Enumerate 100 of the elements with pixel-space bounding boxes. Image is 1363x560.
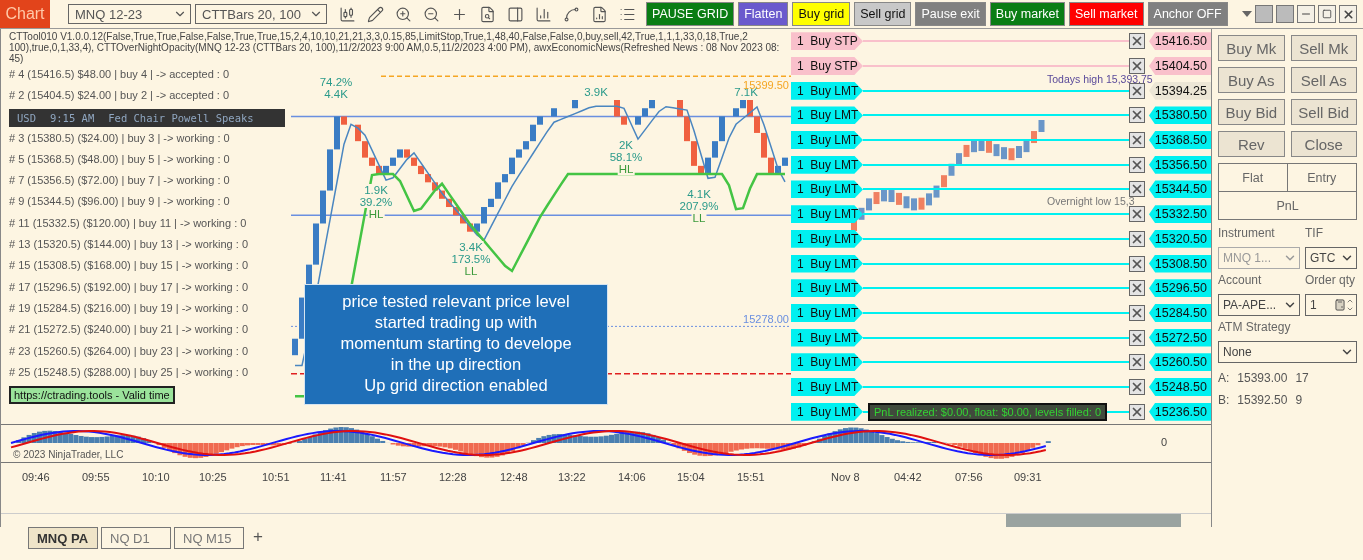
toolbar-button[interactable]: Sell market xyxy=(1069,2,1144,26)
order-tag[interactable]: 1 Buy LMT xyxy=(791,106,863,125)
order-tag[interactable]: 1 Buy LMT xyxy=(791,180,863,199)
quantity-field[interactable]: 1 xyxy=(1305,294,1357,316)
toolbar-button[interactable]: Buy market xyxy=(989,2,1065,26)
indicator-header-text: 100),true,0,1,33,4), CTTOverNightOpacity(MNQ 12-23 (CTTBars 20, 100),11/2/2023 9:00 AM,0.5,11/2/2023 4:00 PM), awxEconomicNews(Refreshed News : 08 Nov 2023 08:45) xyxy=(9,42,781,64)
field-label: ATM Strategy xyxy=(1218,320,1292,334)
instrument-select[interactable]: MNQ 12-23 xyxy=(68,4,191,24)
document-search-icon[interactable] xyxy=(479,5,496,23)
add-tab-button[interactable]: + xyxy=(247,527,269,547)
trade-button[interactable]: Close xyxy=(1290,131,1357,157)
order-price-tag: 15296.50 xyxy=(1149,279,1211,298)
toolbar-button[interactable]: PAUSE GRID xyxy=(646,2,735,26)
time-axis-label: 15:51 xyxy=(737,471,765,483)
select-field[interactable]: GTC xyxy=(1305,247,1357,269)
grid-level-label: # 19 (15284.5) ($216.00) | buy 19 | -> working : 0 xyxy=(9,300,248,316)
toolbar-button[interactable]: Anchor OFF xyxy=(1147,2,1228,26)
position-cell: Flat xyxy=(1219,164,1288,191)
calculator-icon[interactable] xyxy=(1334,299,1346,311)
cancel-order-button[interactable] xyxy=(1129,230,1145,247)
cancel-order-button[interactable] xyxy=(1129,58,1145,75)
cancel-order-button[interactable] xyxy=(1129,255,1145,272)
bar-type-select[interactable]: CTTBars 20, 100 xyxy=(195,4,327,24)
minimize-button[interactable] xyxy=(1297,5,1315,23)
order-tag[interactable]: 1 Buy LMT xyxy=(791,328,863,347)
chart-document-icon[interactable] xyxy=(591,5,608,23)
pencil-icon[interactable] xyxy=(367,5,384,23)
chart-tab[interactable]: NQ D1 xyxy=(101,527,171,549)
quote-size: 9 xyxy=(1295,393,1303,407)
order-tag[interactable]: 1 Buy LMT xyxy=(791,205,863,224)
news-currency: USD xyxy=(17,111,36,124)
dropdown-triangle-icon[interactable] xyxy=(1242,11,1252,17)
line-chart-icon[interactable] xyxy=(563,5,580,23)
chart-tab[interactable]: NQ M15 xyxy=(174,527,244,549)
swing-label: 3.9K xyxy=(583,86,609,98)
maximize-button[interactable] xyxy=(1318,5,1336,23)
order-tag[interactable]: 1 Buy LMT xyxy=(791,303,863,322)
bar-chart-icon[interactable] xyxy=(535,5,552,23)
copyright-text: © 2023 NinjaTrader, LLC xyxy=(13,449,124,460)
trade-button[interactable]: Buy Mk xyxy=(1218,35,1285,61)
trade-button[interactable]: Buy Bid xyxy=(1218,99,1285,125)
order-tag[interactable]: 1 Buy LMT xyxy=(791,353,863,372)
time-axis-label: 11:57 xyxy=(380,471,407,483)
trade-button[interactable]: Buy As xyxy=(1218,67,1285,93)
cancel-order-button[interactable] xyxy=(1129,304,1145,321)
order-tag[interactable]: 1 Buy LMT xyxy=(791,131,863,150)
chart-tab[interactable]: MNQ PA xyxy=(28,527,98,549)
trade-button[interactable]: Sell As xyxy=(1290,67,1357,93)
candlestick-icon[interactable] xyxy=(339,5,356,23)
select-field[interactable]: None xyxy=(1218,341,1357,363)
scrollbar-thumb[interactable] xyxy=(1006,514,1181,527)
order-tag[interactable]: 1 Buy LMT xyxy=(791,279,863,298)
cancel-order-button[interactable] xyxy=(1129,403,1145,420)
indicator-header-text: CTTool010 V1.0.0.12(False,True,True,False,False,True,True,15,2,4,10,10,21,21,3,3,0.15,85,LimitStop,True,1,48,40,False,False,0,buy,sell,42,True,1,1,1,33,0,18,True,2 xyxy=(9,31,749,42)
swing-label: 4.1K xyxy=(686,188,712,200)
field-label: Account xyxy=(1218,273,1263,287)
grid-level-label: # 3 (15380.5) ($24.00) | buy 3 | -> working : 0 xyxy=(9,130,230,146)
trade-button[interactable]: Rev xyxy=(1218,131,1285,157)
cancel-order-button[interactable] xyxy=(1129,33,1145,50)
cancel-order-button[interactable] xyxy=(1129,206,1145,223)
order-tag[interactable]: 1 Buy LMT xyxy=(791,229,863,248)
trade-button[interactable]: Sell Mk xyxy=(1290,35,1357,61)
quote-price: 15392.50 xyxy=(1237,393,1288,407)
order-tag[interactable]: 1 Buy STP xyxy=(791,32,863,51)
toolbar-button[interactable]: Flatten xyxy=(738,2,789,26)
order-price-tag: 15380.50 xyxy=(1149,106,1211,125)
field-label: TIF xyxy=(1305,226,1324,240)
cancel-order-button[interactable] xyxy=(1129,280,1145,297)
order-tag[interactable]: 1 Buy LMT xyxy=(791,377,863,396)
order-tag[interactable]: 1 Buy STP xyxy=(791,57,863,76)
order-tag[interactable]: 1 Buy LMT xyxy=(791,402,863,421)
cancel-order-button[interactable] xyxy=(1129,181,1145,198)
zoom-in-icon[interactable] xyxy=(395,5,412,23)
swing-label: 74.2% xyxy=(318,76,354,88)
toolbar-button[interactable]: Pause exit xyxy=(915,2,986,26)
grid-level-label: # 17 (15296.5) ($192.00) | buy 17 | -> working : 0 xyxy=(9,279,248,295)
order-tag[interactable]: 1 Buy LMT xyxy=(791,81,863,100)
cancel-order-button[interactable] xyxy=(1129,329,1145,346)
order-price-tag: 15332.50 xyxy=(1149,205,1211,224)
order-price-tag: 15308.50 xyxy=(1149,254,1211,273)
close-button[interactable] xyxy=(1339,5,1357,23)
panel-icon[interactable] xyxy=(507,5,524,23)
grid-level-label: # 7 (15356.5) ($72.00) | buy 7 | -> working : 0 xyxy=(9,173,230,189)
order-tag[interactable]: 1 Buy LMT xyxy=(791,254,863,273)
news-time: 9:15 AM xyxy=(49,111,95,124)
toolbar-button[interactable]: Buy grid xyxy=(792,2,851,26)
select-field[interactable]: PA-APE... xyxy=(1218,294,1300,316)
cancel-order-button[interactable] xyxy=(1129,107,1145,124)
toolbar-button[interactable]: Sell grid xyxy=(854,2,912,26)
cancel-order-button[interactable] xyxy=(1129,132,1145,149)
cancel-order-button[interactable] xyxy=(1129,354,1145,371)
time-axis-label: 07:56 xyxy=(955,471,983,483)
grid-level-label: # 9 (15344.5) ($96.00) | buy 9 | -> working : 0 xyxy=(9,194,230,210)
cancel-order-button[interactable] xyxy=(1129,378,1145,395)
trade-button[interactable]: Sell Bid xyxy=(1290,99,1357,125)
zoom-out-icon[interactable] xyxy=(423,5,440,23)
cancel-order-button[interactable] xyxy=(1129,156,1145,173)
time-axis-label: 15:04 xyxy=(677,471,705,483)
order-tag[interactable]: 1 Buy LMT xyxy=(791,155,863,174)
maximize-icon xyxy=(1322,9,1332,19)
